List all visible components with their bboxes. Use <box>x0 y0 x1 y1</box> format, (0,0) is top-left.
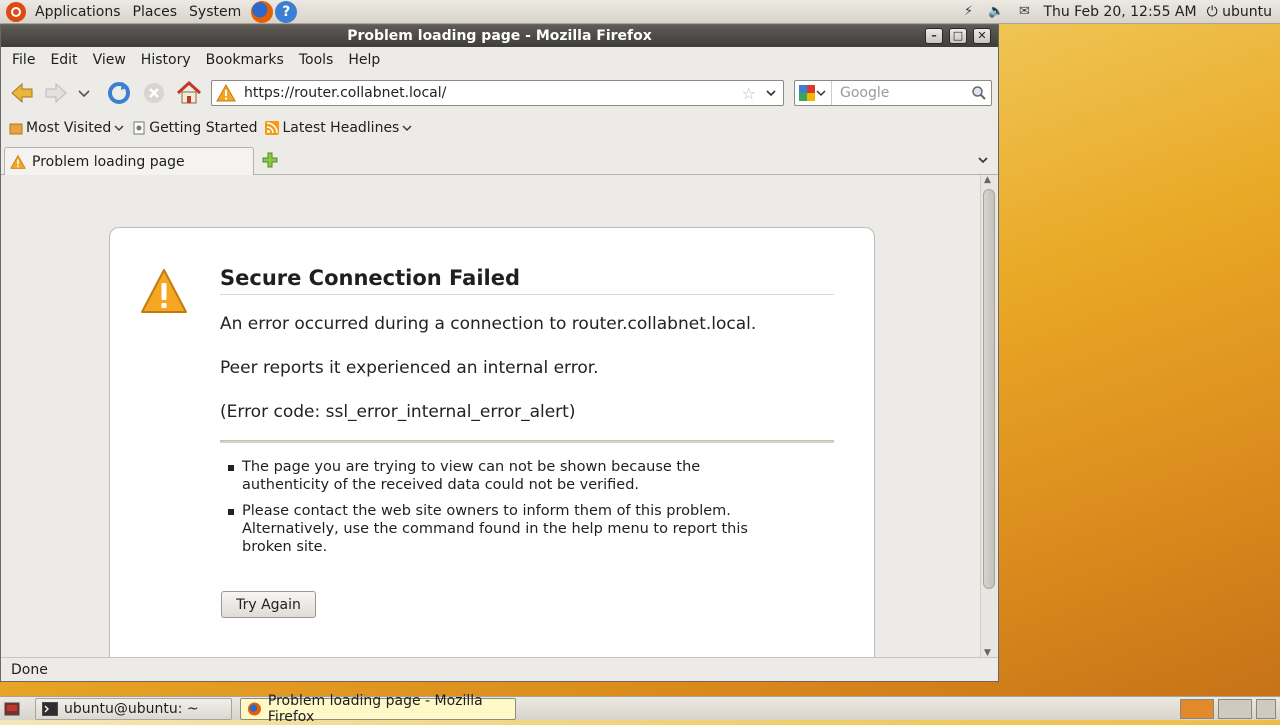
scroll-up-icon[interactable]: ▲ <box>984 175 991 185</box>
menu-history[interactable]: History <box>136 52 196 68</box>
bookmark-most-visited[interactable]: Most Visited <box>9 120 124 136</box>
maximize-button[interactable]: □ <box>949 28 967 44</box>
url-dropdown-icon[interactable] <box>764 86 778 100</box>
folder-icon <box>9 123 23 135</box>
menu-tools[interactable]: Tools <box>294 52 339 68</box>
top-panel: Applications Places System ? ⚡ 🔈 ✉ Thu F… <box>0 0 1280 24</box>
try-again-button[interactable]: Try Again <box>221 591 316 618</box>
search-box[interactable] <box>794 80 992 106</box>
url-bar[interactable]: ☆ <box>211 80 784 106</box>
taskbar-firefox[interactable]: Problem loading page - Mozilla Firefox <box>240 693 516 725</box>
ubuntu-logo-icon <box>6 1 26 22</box>
url-input[interactable] <box>242 84 742 102</box>
firefox-launcher-icon[interactable] <box>251 0 274 23</box>
menu-file[interactable]: File <box>7 52 40 68</box>
taskbar-terminal[interactable]: ubuntu@ubuntu: ~ <box>35 698 232 720</box>
tab-title: Problem loading page <box>32 153 185 170</box>
menubar: File Edit View History Bookmarks Tools H… <box>1 47 998 72</box>
navigation-toolbar: ☆ <box>1 74 998 112</box>
bookmark-star-icon[interactable]: ☆ <box>742 84 756 103</box>
taskbar-label: Problem loading page - Mozilla Firefox <box>267 693 483 725</box>
workspace-1[interactable] <box>1180 699 1214 719</box>
warning-triangle-icon <box>141 269 187 313</box>
workspace-2[interactable] <box>1218 699 1252 719</box>
scroll-thumb[interactable] <box>983 189 995 589</box>
chevron-down-icon <box>114 125 124 131</box>
terminal-icon <box>42 702 58 716</box>
google-icon <box>799 85 815 101</box>
minimize-button[interactable]: – <box>925 28 943 44</box>
menu-view[interactable]: View <box>88 52 131 68</box>
tab-list-dropdown-icon[interactable] <box>976 153 990 167</box>
places-menu[interactable]: Places <box>127 0 184 24</box>
user-name: ubuntu <box>1222 3 1272 20</box>
menu-help[interactable]: Help <box>343 52 385 68</box>
firefox-icon <box>247 702 261 716</box>
bookmark-label: Latest Headlines <box>282 120 400 136</box>
divider <box>220 440 834 443</box>
mail-icon[interactable]: ✉ <box>1015 4 1033 20</box>
bookmark-label: Getting Started <box>149 120 258 136</box>
trash-icon[interactable] <box>1256 699 1276 719</box>
volume-icon[interactable]: 🔈 <box>987 4 1005 20</box>
forward-button[interactable] <box>42 80 70 106</box>
error-description: An error occurred during a connection to… <box>220 314 757 334</box>
warning-icon <box>10 154 26 169</box>
window-titlebar[interactable]: Problem loading page - Mozilla Firefox –… <box>1 25 998 47</box>
reload-button[interactable] <box>105 80 133 106</box>
vertical-scrollbar[interactable]: ▲ ▼ <box>980 175 997 658</box>
bookmark-latest-headlines[interactable]: Latest Headlines <box>265 120 412 136</box>
search-engine-selector[interactable] <box>795 81 832 105</box>
rss-icon <box>265 121 280 135</box>
chevron-down-icon <box>402 125 412 131</box>
firefox-window: Problem loading page - Mozilla Firefox –… <box>0 24 999 682</box>
search-input[interactable] <box>838 84 971 102</box>
search-icon[interactable] <box>971 85 987 101</box>
search-engine-dropdown-icon <box>816 90 826 97</box>
panel-menu: Applications Places System ? <box>0 0 298 24</box>
network-icon[interactable]: ⚡ <box>959 4 977 20</box>
list-item: The page you are trying to view can not … <box>228 458 788 494</box>
page-icon <box>133 121 145 135</box>
taskbar-label: ubuntu@ubuntu: ~ <box>64 701 199 717</box>
menu-edit[interactable]: Edit <box>45 52 82 68</box>
tab-bar: Problem loading page <box>1 145 998 175</box>
system-menu[interactable]: System <box>183 0 247 24</box>
error-title: Secure Connection Failed <box>220 266 834 295</box>
close-button[interactable]: ✕ <box>973 28 991 44</box>
applications-menu[interactable]: Applications <box>29 0 127 24</box>
list-item: Please contact the web site owners to in… <box>228 502 788 556</box>
bookmark-label: Most Visited <box>26 120 112 136</box>
stop-button[interactable] <box>140 80 168 106</box>
bottom-panel: ubuntu@ubuntu: ~ Problem loading page - … <box>0 693 1280 725</box>
error-help-list: The page you are trying to view can not … <box>228 458 788 564</box>
clock[interactable]: Thu Feb 20, 12:55 AM <box>1043 4 1196 20</box>
error-panel: Secure Connection Failed An error occurr… <box>109 227 875 658</box>
show-desktop-icon[interactable] <box>4 701 20 717</box>
error-code: (Error code: ssl_error_internal_error_al… <box>220 402 576 422</box>
status-bar: Done <box>1 657 998 681</box>
tab-problem-loading[interactable]: Problem loading page <box>4 147 254 175</box>
bookmarks-toolbar: Most Visited Getting Started Latest Head… <box>1 114 998 142</box>
page-content: Secure Connection Failed An error occurr… <box>2 175 979 658</box>
menu-bookmarks[interactable]: Bookmarks <box>201 52 289 68</box>
power-icon: ⏻ <box>1206 3 1218 20</box>
help-launcher-icon[interactable]: ? <box>275 0 298 23</box>
back-button[interactable] <box>8 80 36 106</box>
user-menu[interactable]: ⏻ ubuntu <box>1207 4 1272 20</box>
warning-icon <box>216 83 236 102</box>
new-tab-button[interactable] <box>261 151 279 169</box>
history-dropdown-icon[interactable] <box>75 80 93 106</box>
window-title: Problem loading page - Mozilla Firefox <box>347 28 652 44</box>
home-button[interactable] <box>175 80 203 106</box>
bookmark-getting-started[interactable]: Getting Started <box>132 120 257 136</box>
error-peer-message: Peer reports it experienced an internal … <box>220 358 599 378</box>
